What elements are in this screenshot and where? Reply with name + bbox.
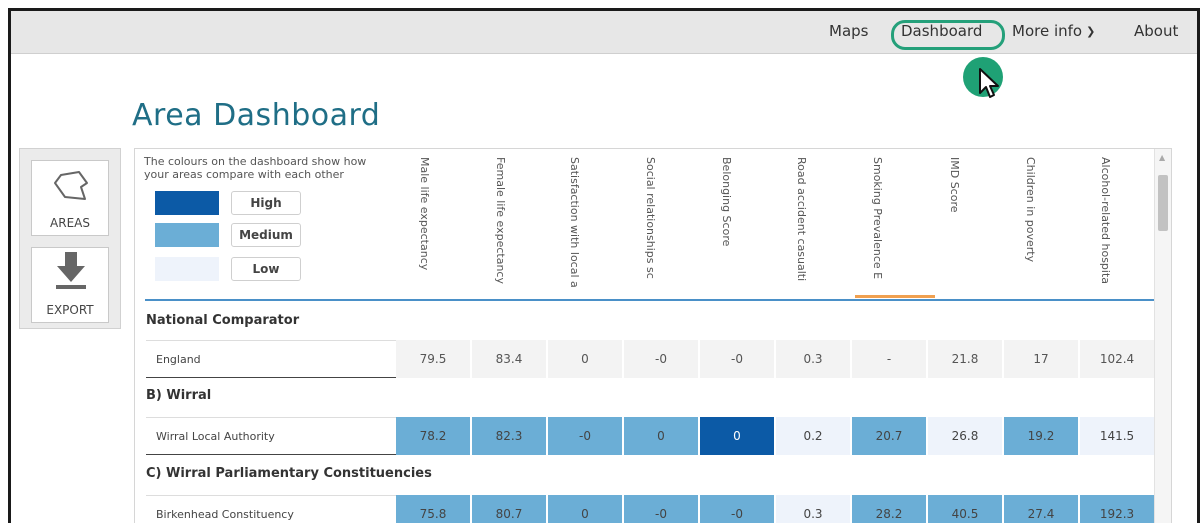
- col-header-female-life[interactable]: Female life expectancy: [475, 151, 535, 301]
- chevron-down-icon: ❯: [1086, 25, 1096, 38]
- table-cell: 78.2: [396, 417, 470, 455]
- legend-description: The colours on the dashboard show how yo…: [144, 155, 367, 181]
- nav-about-link[interactable]: About: [1134, 20, 1178, 42]
- table-cell: -0: [700, 495, 774, 523]
- areas-label: AREAS: [50, 216, 90, 230]
- legend-low-swatch: [155, 257, 219, 281]
- export-button[interactable]: EXPORT: [31, 247, 109, 323]
- col-header-belonging[interactable]: Belonging Score: [701, 151, 761, 301]
- table-row[interactable]: Birkenhead Constituency 75.8 80.7 0 -0 -…: [146, 495, 1164, 523]
- more-info-label: More info: [1012, 22, 1083, 40]
- table-cell: 26.8: [928, 417, 1002, 455]
- table-cell: 0: [548, 340, 622, 378]
- table-cell: 82.3: [472, 417, 546, 455]
- table-cell: 0: [548, 495, 622, 523]
- download-arrow-icon: [56, 252, 86, 289]
- nav-dashboard-link[interactable]: Dashboard: [901, 20, 982, 42]
- scrollbar-thumb[interactable]: [1158, 175, 1168, 231]
- table-cell: 19.2: [1004, 417, 1078, 455]
- table-cell: 0.3: [776, 495, 850, 523]
- table-cell: 75.8: [396, 495, 470, 523]
- areas-button[interactable]: AREAS: [31, 160, 109, 236]
- col-header-label: IMD Score: [948, 157, 961, 213]
- table-cell: 17: [1004, 340, 1078, 378]
- col-header-children-poverty[interactable]: Children in poverty: [1005, 151, 1065, 301]
- table-cell: 28.2: [852, 495, 926, 523]
- nav-maps-link[interactable]: Maps: [829, 20, 868, 42]
- table-cell: 20.7: [852, 417, 926, 455]
- table-cell: 0: [624, 417, 698, 455]
- table-cell: -: [852, 340, 926, 378]
- header-divider: [145, 299, 1169, 301]
- browser-frame: Maps Dashboard More info ❯ About Area Das…: [8, 8, 1200, 523]
- col-header-social[interactable]: Social relationships sc: [625, 151, 685, 301]
- legend-high-swatch: [155, 191, 219, 215]
- table-cell: -0: [700, 340, 774, 378]
- scroll-up-icon[interactable]: ▲: [1159, 153, 1165, 162]
- nav-more-info-dropdown[interactable]: More info ❯: [1012, 20, 1095, 43]
- col-header-alcohol[interactable]: Alcohol-related hospita: [1080, 151, 1140, 301]
- table-cell: -0: [624, 495, 698, 523]
- dashboard-table-panel: The colours on the dashboard show how yo…: [134, 148, 1172, 523]
- col-header-label: Road accident casualti: [795, 157, 808, 282]
- section-heading: National Comparator: [146, 313, 300, 328]
- col-header-smoking[interactable]: Smoking Prevalence E: [852, 151, 912, 301]
- col-header-label: Children in poverty: [1024, 157, 1037, 263]
- table-cell: -0: [548, 417, 622, 455]
- row-label: Birkenhead Constituency: [146, 495, 396, 523]
- col-header-imd[interactable]: IMD Score: [929, 151, 989, 301]
- col-header-label: Satisfaction with local a: [568, 157, 581, 287]
- table-cell: 21.8: [928, 340, 1002, 378]
- vertical-scrollbar[interactable]: ▲: [1154, 149, 1171, 523]
- export-label: EXPORT: [46, 303, 94, 317]
- row-label: England: [146, 340, 396, 378]
- col-header-label: Belonging Score: [720, 157, 733, 247]
- area-polygon-icon: [54, 171, 88, 200]
- table-cell: 141.5: [1080, 417, 1154, 455]
- table-cell: 80.7: [472, 495, 546, 523]
- col-header-satisfaction[interactable]: Satisfaction with local a: [549, 151, 609, 301]
- sort-indicator: [855, 295, 935, 298]
- section-heading: C) Wirral Parliamentary Constituencies: [146, 466, 432, 481]
- legend-medium-label: Medium: [231, 223, 301, 247]
- table-cell: 79.5: [396, 340, 470, 378]
- table-cell: 27.4: [1004, 495, 1078, 523]
- legend-low-label: Low: [231, 257, 301, 281]
- section-heading: B) Wirral: [146, 388, 212, 403]
- col-header-label: Alcohol-related hospita: [1099, 157, 1112, 285]
- side-toolbar: AREAS EXPORT: [19, 148, 121, 329]
- col-header-label: Social relationships sc: [644, 157, 657, 279]
- table-row[interactable]: England 79.5 83.4 0 -0 -0 0.3 - 21.8 17 …: [146, 340, 1156, 378]
- table-cell: 83.4: [472, 340, 546, 378]
- table-cell: -0: [624, 340, 698, 378]
- mouse-pointer-icon: [979, 68, 999, 98]
- col-header-label: Smoking Prevalence E: [871, 157, 884, 280]
- col-header-label: Female life expectancy: [494, 157, 507, 284]
- table-cell: 40.5: [928, 495, 1002, 523]
- table-cell: 0.3: [776, 340, 850, 378]
- table-cell: 0: [700, 417, 774, 455]
- legend-high-label: High: [231, 191, 301, 215]
- page-title: Area Dashboard: [132, 98, 381, 133]
- legend-medium-swatch: [155, 223, 219, 247]
- top-navigation: Maps Dashboard More info ❯ About: [11, 11, 1197, 54]
- col-header-label: Male life expectancy: [418, 157, 431, 271]
- row-label: Wirral Local Authority: [146, 417, 396, 455]
- table-cell: 192.3: [1080, 495, 1154, 523]
- table-cell: 0.2: [776, 417, 850, 455]
- table-cell: 102.4: [1080, 340, 1154, 378]
- col-header-road-accident[interactable]: Road accident casualti: [776, 151, 836, 301]
- table-row[interactable]: Wirral Local Authority 78.2 82.3 -0 0 0 …: [146, 417, 1164, 455]
- col-header-male-life[interactable]: Male life expectancy: [399, 151, 459, 301]
